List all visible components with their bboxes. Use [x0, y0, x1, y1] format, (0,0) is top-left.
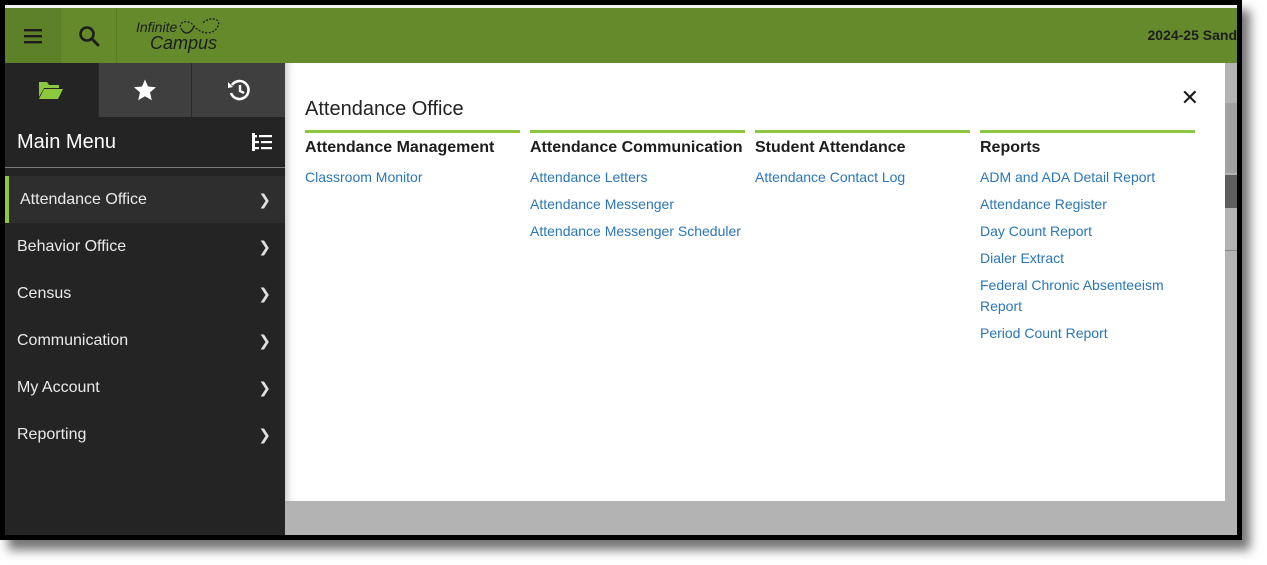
- screenshot-frame: Infinite Campus 2024-25 Sand Main Menu A…: [0, 0, 1242, 540]
- history-icon: [227, 79, 250, 101]
- sidebar-item-label: Behavior Office: [17, 237, 127, 255]
- sidebar-item-reporting[interactable]: Reporting ❯: [5, 411, 285, 458]
- column-heading: Attendance Management: [305, 139, 495, 156]
- attendance-office-flyout: Attendance Office ✕ Attendance Managemen…: [285, 63, 1225, 501]
- sidebar-item-label: Reporting: [17, 425, 87, 443]
- chevron-right-icon: ❯: [258, 285, 271, 303]
- link-classroom-monitor[interactable]: Classroom Monitor: [305, 167, 520, 188]
- sidebar: Main Menu Attendance Office ❯ Behavior O…: [5, 63, 286, 535]
- column-reports: Reports ADM and ADA Detail Report Attend…: [980, 130, 1195, 350]
- school-year-selector[interactable]: 2024-25 Sand: [1148, 8, 1238, 63]
- background-page-strip: [1225, 103, 1237, 173]
- star-icon: [134, 79, 156, 101]
- column-heading: Reports: [980, 139, 1041, 156]
- background-page-scrollbar[interactable]: [1225, 175, 1237, 208]
- link-attendance-contact-log[interactable]: Attendance Contact Log: [755, 167, 970, 188]
- sidebar-item-label: Communication: [17, 331, 129, 349]
- link-day-count-report[interactable]: Day Count Report: [980, 221, 1195, 242]
- close-icon: ✕: [1180, 85, 1199, 110]
- sidebar-item-attendance-office[interactable]: Attendance Office ❯: [5, 176, 285, 223]
- link-period-count-report[interactable]: Period Count Report: [980, 323, 1195, 344]
- search-button[interactable]: [61, 8, 117, 63]
- column-heading: Student Attendance: [755, 139, 906, 156]
- column-heading: Attendance Communication: [530, 139, 743, 156]
- link-attendance-register[interactable]: Attendance Register: [980, 194, 1195, 215]
- panel-title: Attendance Office: [305, 98, 464, 120]
- chevron-right-icon: ❯: [258, 379, 271, 397]
- hamburger-icon: [23, 28, 42, 43]
- infinite-campus-logo[interactable]: Infinite Campus: [117, 8, 317, 63]
- column-student-attendance: Student Attendance Attendance Contact Lo…: [755, 130, 970, 350]
- sidebar-item-my-account[interactable]: My Account ❯: [5, 364, 285, 411]
- search-icon: [78, 25, 99, 46]
- sidebar-item-label: Census: [17, 284, 72, 302]
- main-menu-header: Main Menu: [5, 117, 285, 168]
- chevron-right-icon: ❯: [258, 332, 271, 350]
- column-attendance-communication: Attendance Communication Attendance Lett…: [530, 130, 745, 350]
- app-header: Infinite Campus 2024-25 Sand: [5, 8, 1237, 63]
- sidebar-item-label: Attendance Office: [20, 190, 147, 208]
- folder-open-icon: [39, 82, 64, 99]
- column-attendance-management: Attendance Management Classroom Monitor: [305, 130, 520, 350]
- sidebar-item-behavior-office[interactable]: Behavior Office ❯: [5, 223, 285, 270]
- link-federal-chronic-absenteeism-report[interactable]: Federal Chronic Absenteeism Report: [980, 275, 1195, 317]
- infinity-loop-icon: [179, 18, 220, 34]
- main-menu-list: Attendance Office ❯ Behavior Office ❯ Ce…: [5, 176, 285, 458]
- close-button[interactable]: ✕: [1181, 85, 1199, 111]
- main-menu-title: Main Menu: [17, 130, 116, 153]
- chevron-right-icon: ❯: [258, 426, 271, 444]
- tab-recent-history[interactable]: [191, 63, 286, 117]
- link-attendance-messenger-scheduler[interactable]: Attendance Messenger Scheduler: [530, 221, 745, 242]
- link-dialer-extract[interactable]: Dialer Extract: [980, 248, 1195, 269]
- sidebar-item-census[interactable]: Census ❯: [5, 270, 285, 317]
- tab-favorites[interactable]: [97, 63, 192, 117]
- tree-list-icon[interactable]: [251, 133, 273, 151]
- sidebar-item-communication[interactable]: Communication ❯: [5, 317, 285, 364]
- app-window: Infinite Campus 2024-25 Sand Main Menu A…: [5, 5, 1237, 535]
- logo-text-line1: Infinite: [136, 18, 178, 35]
- link-attendance-letters[interactable]: Attendance Letters: [530, 167, 745, 188]
- menu-columns: Attendance Management Classroom Monitor …: [305, 130, 1195, 350]
- sidebar-tabs: [5, 63, 286, 117]
- chevron-right-icon: ❯: [258, 191, 271, 209]
- chevron-right-icon: ❯: [258, 238, 271, 256]
- main-menu-button[interactable]: [5, 8, 61, 63]
- sidebar-item-label: My Account: [17, 378, 100, 396]
- background-page-divider: [1225, 250, 1237, 251]
- tab-main-menu[interactable]: [5, 63, 98, 117]
- link-adm-ada-detail-report[interactable]: ADM and ADA Detail Report: [980, 167, 1195, 188]
- link-attendance-messenger[interactable]: Attendance Messenger: [530, 194, 745, 215]
